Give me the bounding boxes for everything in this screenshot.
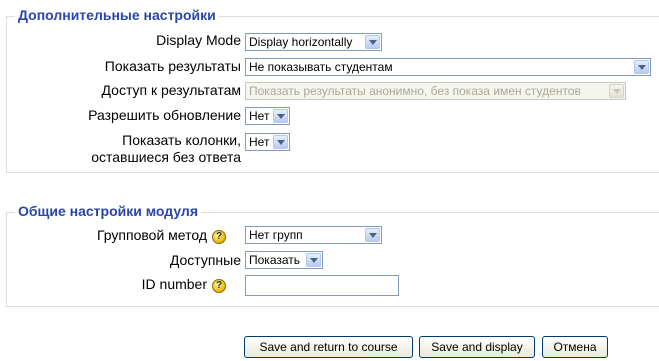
- show-unanswered-label-line1: Показать колонки,: [122, 132, 241, 148]
- show-unanswered-label-wrap: Показать колонки, оставшиеся без ответа: [7, 132, 241, 168]
- chevron-down-icon[interactable]: [273, 109, 288, 123]
- show-unanswered-label-line2: оставшиеся без ответа: [91, 149, 241, 165]
- help-icon[interactable]: ?: [212, 230, 226, 244]
- advanced-settings-fieldset: Дополнительные настройки Display Mode Di…: [6, 7, 659, 173]
- cancel-button[interactable]: Отмена: [542, 336, 608, 358]
- show-results-value: Не показывать студентам: [249, 60, 393, 74]
- display-mode-label-wrap: Display Mode: [7, 32, 241, 52]
- visible-select[interactable]: Показать: [245, 251, 323, 269]
- group-mode-value: Нет групп: [249, 228, 303, 242]
- visible-label-wrap: Доступные: [7, 252, 241, 272]
- chevron-down-icon: [609, 84, 624, 98]
- results-access-label-wrap: Доступ к результатам: [7, 82, 241, 102]
- save-and-display-button[interactable]: Save and display: [419, 336, 535, 358]
- show-unanswered-select[interactable]: Нет: [245, 133, 290, 151]
- display-mode-value: Display horizontally: [249, 35, 353, 49]
- visible-value: Показать: [249, 253, 301, 267]
- display-mode-label: Display Mode: [156, 32, 241, 48]
- id-number-input[interactable]: [245, 275, 399, 296]
- group-mode-label: Групповой метод: [97, 227, 207, 243]
- help-icon[interactable]: ?: [212, 279, 226, 293]
- save-and-return-button[interactable]: Save and return to course: [244, 336, 413, 358]
- results-access-select: Показать результаты анонимно, без показа…: [245, 82, 626, 100]
- results-access-value: Показать результаты анонимно, без показа…: [249, 84, 581, 98]
- module-settings-fieldset: Общие настройки модуля Групповой метод ?…: [6, 203, 659, 307]
- results-access-label: Доступ к результатам: [101, 82, 241, 98]
- show-unanswered-value: Нет: [249, 135, 270, 149]
- visible-label: Доступные: [169, 252, 241, 268]
- group-mode-select[interactable]: Нет групп: [245, 226, 382, 244]
- show-results-select[interactable]: Не показывать студентам: [245, 58, 651, 76]
- display-mode-select[interactable]: Display horizontally: [245, 33, 382, 51]
- module-settings-legend: Общие настройки модуля: [15, 203, 201, 219]
- chevron-down-icon[interactable]: [365, 228, 380, 242]
- advanced-settings-legend: Дополнительные настройки: [15, 7, 219, 23]
- allow-update-label: Разрешить обновление: [88, 107, 241, 123]
- chevron-down-icon[interactable]: [365, 35, 380, 49]
- chevron-down-icon[interactable]: [306, 253, 321, 267]
- allow-update-value: Нет: [249, 109, 270, 123]
- id-number-label: ID number: [141, 276, 207, 292]
- chevron-down-icon[interactable]: [273, 135, 288, 149]
- id-number-label-wrap: ID number: [7, 276, 207, 296]
- show-results-label-wrap: Показать результаты: [7, 58, 241, 78]
- group-mode-label-wrap: Групповой метод: [7, 227, 207, 247]
- allow-update-label-wrap: Разрешить обновление: [7, 107, 241, 127]
- allow-update-select[interactable]: Нет: [245, 107, 290, 125]
- show-results-label: Показать результаты: [104, 58, 241, 74]
- chevron-down-icon[interactable]: [634, 60, 649, 74]
